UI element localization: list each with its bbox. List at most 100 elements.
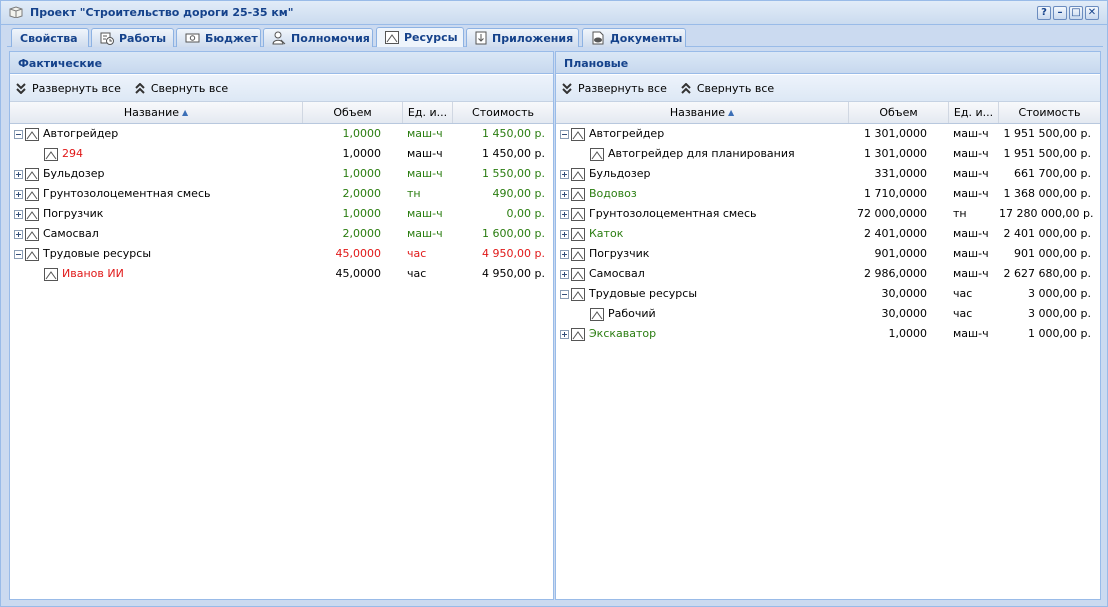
- table-row[interactable]: Грунтозолоцементная смесь 2,0000 тн 490,00 …: [10, 184, 553, 204]
- resource-icon: [25, 167, 39, 181]
- expand-node-icon[interactable]: [560, 229, 569, 239]
- table-row[interactable]: Рабочий 30,0000 час 3 000,00 р.: [556, 304, 1100, 324]
- row-volume: 901,0000: [874, 247, 928, 260]
- expand-node-icon[interactable]: [560, 209, 569, 219]
- table-row[interactable]: Грунтозолоцементная смесь 72 000,0000 тн 17…: [556, 204, 1100, 224]
- attachment-icon: [475, 31, 487, 45]
- expand-node-icon[interactable]: [560, 189, 569, 199]
- expand-node-icon[interactable]: [14, 189, 23, 199]
- collapse-all-button[interactable]: Свернуть все: [135, 82, 228, 95]
- row-cost: 3 000,00 р.: [1028, 287, 1091, 300]
- row-volume: 72 000,0000: [857, 207, 927, 220]
- column-header-name[interactable]: Название ▲: [556, 102, 849, 123]
- table-row[interactable]: Бульдозер 1,0000 маш-ч 1 550,00 р.: [10, 164, 553, 184]
- table-row[interactable]: Самосвал 2 986,0000 маш-ч 2 627 680,00 р.: [556, 264, 1100, 284]
- resource-tree-grid: Автогрейдер 1,0000 маш-ч 1 450,00 р. 294 1,00…: [10, 124, 553, 284]
- project-box-icon: [9, 6, 23, 18]
- collapse-all-button[interactable]: Свернуть все: [681, 82, 774, 95]
- table-row[interactable]: Трудовые ресурсы 45,0000 час 4 950,00 р.: [10, 244, 553, 264]
- table-row[interactable]: Экскаватор 1,0000 маш-ч 1 000,00 р.: [556, 324, 1100, 344]
- table-row[interactable]: Водовоз 1 710,0000 маш-ч 1 368 000,00 р.: [556, 184, 1100, 204]
- panel-toolbar: Развернуть все Свернуть все: [10, 75, 553, 101]
- row-volume: 1,0000: [342, 167, 382, 180]
- expand-node-icon[interactable]: [560, 329, 569, 339]
- tab-documents[interactable]: Документы: [582, 28, 686, 47]
- panel-title: Фактические: [10, 52, 553, 74]
- column-header-unit[interactable]: Ед. и...: [403, 102, 453, 123]
- collapse-node-icon[interactable]: [14, 129, 23, 139]
- row-cost: 3 000,00 р.: [1028, 307, 1091, 320]
- table-row[interactable]: Автогрейдер для планирования 1 301,0000 ма…: [556, 144, 1100, 164]
- help-button[interactable]: ?: [1037, 6, 1051, 20]
- resource-icon: [571, 207, 585, 221]
- resource-tree-grid: Автогрейдер 1 301,0000 маш-ч 1 951 500,00 р…: [556, 124, 1100, 344]
- expand-node-icon[interactable]: [14, 229, 23, 239]
- tab-resources[interactable]: Ресурсы: [376, 27, 464, 47]
- table-row[interactable]: Иванов ИИ 45,0000 час 4 950,00 р.: [10, 264, 553, 284]
- close-button[interactable]: ✕: [1085, 6, 1099, 20]
- gantt-icon: [100, 32, 114, 45]
- table-row[interactable]: Погрузчик 1,0000 маш-ч 0,00 р.: [10, 204, 553, 224]
- collapse-node-icon[interactable]: [560, 129, 569, 139]
- column-header-unit[interactable]: Ед. и...: [949, 102, 999, 123]
- table-row[interactable]: Каток 2 401,0000 маш-ч 2 401 000,00 р.: [556, 224, 1100, 244]
- tab-works[interactable]: Работы: [91, 28, 174, 47]
- user-key-icon: [272, 31, 286, 45]
- maximize-button[interactable]: □: [1069, 6, 1083, 20]
- expand-all-button[interactable]: Развернуть все: [562, 82, 667, 95]
- row-unit: маш-ч: [953, 167, 989, 180]
- row-cost: 1 450,00 р.: [482, 127, 545, 140]
- tab-label: Работы: [119, 31, 167, 45]
- expand-node-icon[interactable]: [560, 249, 569, 259]
- tab-attachments[interactable]: Приложения: [466, 28, 579, 47]
- table-row[interactable]: Самосвал 2,0000 маш-ч 1 600,00 р.: [10, 224, 553, 244]
- row-volume: 2 986,0000: [864, 267, 927, 280]
- row-unit: маш-ч: [953, 127, 989, 140]
- collapse-all-label: Свернуть все: [150, 81, 229, 95]
- row-cost: 17 280 000,00 р.: [999, 207, 1094, 220]
- collapse-node-icon[interactable]: [14, 249, 23, 259]
- row-volume: 1 301,0000: [864, 127, 927, 140]
- table-row[interactable]: Бульдозер 331,0000 маш-ч 661 700,00 р.: [556, 164, 1100, 184]
- column-header-cost[interactable]: Стоимость: [453, 102, 553, 123]
- table-row[interactable]: Автогрейдер 1,0000 маш-ч 1 450,00 р.: [10, 124, 553, 144]
- window-titlebar[interactable]: Проект "Строительство дороги 25-35 км" ?…: [1, 1, 1107, 25]
- row-volume: 1 710,0000: [864, 187, 927, 200]
- collapse-all-label: Свернуть все: [696, 81, 775, 95]
- row-name: Автогрейдер: [43, 127, 119, 140]
- tab-properties[interactable]: Свойства: [11, 28, 89, 47]
- row-name-cell: Бульдозер: [560, 164, 846, 184]
- row-volume: 1,0000: [342, 127, 382, 140]
- collapse-node-icon[interactable]: [560, 289, 569, 299]
- grid-header: Название ▲ Объем Ед. и... Стоимость: [10, 101, 553, 124]
- sort-asc-icon: ▲: [728, 108, 735, 117]
- tab-permissions[interactable]: Полномочия: [263, 28, 373, 47]
- table-row[interactable]: 294 1,0000 маш-ч 1 450,00 р.: [10, 144, 553, 164]
- expand-node-icon[interactable]: [560, 269, 569, 279]
- expand-node-icon[interactable]: [560, 169, 569, 179]
- expand-node-icon[interactable]: [14, 169, 23, 179]
- column-header-volume[interactable]: Объем: [303, 102, 403, 123]
- minimize-button[interactable]: –: [1053, 6, 1067, 20]
- column-header-volume[interactable]: Объем: [849, 102, 949, 123]
- tab-budget[interactable]: Бюджет: [176, 28, 261, 47]
- expand-node-icon[interactable]: [14, 209, 23, 219]
- row-cost: 4 950,00 р.: [482, 267, 545, 280]
- row-cost: 0,00 р.: [506, 207, 545, 220]
- row-name: Грунтозолоцементная смесь: [43, 187, 211, 200]
- column-header-label: Название: [123, 106, 180, 119]
- row-volume: 2,0000: [342, 187, 382, 200]
- resource-icon: [25, 127, 39, 141]
- row-name-cell: Экскаватор: [560, 324, 846, 344]
- row-name: Иванов ИИ: [62, 267, 124, 280]
- table-row[interactable]: Погрузчик 901,0000 маш-ч 901 000,00 р.: [556, 244, 1100, 264]
- column-header-cost[interactable]: Стоимость: [999, 102, 1100, 123]
- row-name-cell: Рабочий: [590, 304, 846, 324]
- table-row[interactable]: Автогрейдер 1 301,0000 маш-ч 1 951 500,00 р…: [556, 124, 1100, 144]
- table-row[interactable]: Трудовые ресурсы 30,0000 час 3 000,00 р.: [556, 284, 1100, 304]
- row-volume: 30,0000: [881, 287, 928, 300]
- row-cost: 1 368 000,00 р.: [1003, 187, 1091, 200]
- column-header-name[interactable]: Название ▲: [10, 102, 303, 123]
- row-name-cell: Погрузчик: [14, 204, 300, 224]
- expand-all-button[interactable]: Развернуть все: [16, 82, 121, 95]
